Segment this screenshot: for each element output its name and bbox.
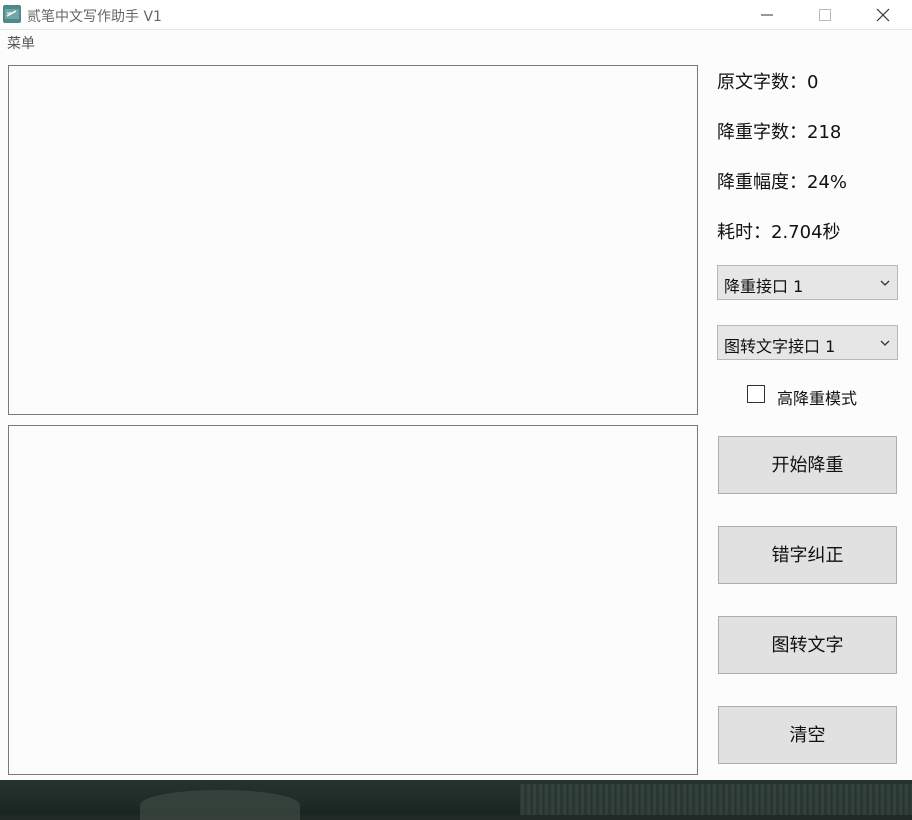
elapsed-time-label: 耗时：2.704秒 bbox=[717, 222, 841, 243]
high-mode-option[interactable]: 高降重模式 bbox=[747, 384, 897, 408]
rewrite-api-select[interactable]: 降重接口 1 bbox=[717, 265, 898, 300]
title-bar[interactable]: 贰笔中文写作助手 V1 bbox=[0, 0, 912, 30]
maximize-icon bbox=[819, 9, 831, 21]
chevron-down-icon bbox=[880, 340, 890, 346]
menu-item-main[interactable]: 菜单 bbox=[7, 33, 35, 53]
ocr-api-select[interactable]: 图转文字接口 1 bbox=[717, 325, 898, 360]
desktop-background bbox=[0, 780, 912, 820]
app-logo-icon bbox=[3, 5, 21, 23]
window-title: 贰笔中文写作助手 V1 bbox=[27, 9, 162, 25]
original-count-label: 原文字数：0 bbox=[717, 72, 819, 93]
result-text-output[interactable] bbox=[8, 425, 698, 775]
minimize-button[interactable] bbox=[738, 0, 796, 30]
app-window: 贰笔中文写作助手 V1 菜单 原文字数：0 降重字数：218 降重幅度：24% … bbox=[0, 0, 912, 780]
close-button[interactable] bbox=[854, 0, 912, 30]
reduced-count-label: 降重字数：218 bbox=[717, 122, 842, 143]
minimize-icon bbox=[761, 14, 773, 16]
maximize-button[interactable] bbox=[796, 0, 854, 30]
source-text-input[interactable] bbox=[8, 65, 698, 415]
rewrite-api-value: 降重接口 1 bbox=[724, 277, 804, 296]
clear-button[interactable]: 清空 bbox=[718, 706, 897, 764]
close-icon bbox=[876, 8, 890, 22]
correct-typos-button[interactable]: 错字纠正 bbox=[718, 526, 897, 584]
ocr-api-value: 图转文字接口 1 bbox=[724, 337, 836, 356]
chevron-down-icon bbox=[880, 280, 890, 286]
high-mode-checkbox[interactable] bbox=[747, 385, 765, 403]
start-rewrite-button[interactable]: 开始降重 bbox=[718, 436, 897, 494]
high-mode-label: 高降重模式 bbox=[777, 389, 858, 408]
image-to-text-button[interactable]: 图转文字 bbox=[718, 616, 897, 674]
desktop-hill-decoration bbox=[140, 790, 300, 820]
desktop-trees-decoration bbox=[520, 784, 912, 815]
reduction-ratio-label: 降重幅度：24% bbox=[717, 172, 848, 193]
menu-bar: 菜单 bbox=[0, 30, 912, 54]
